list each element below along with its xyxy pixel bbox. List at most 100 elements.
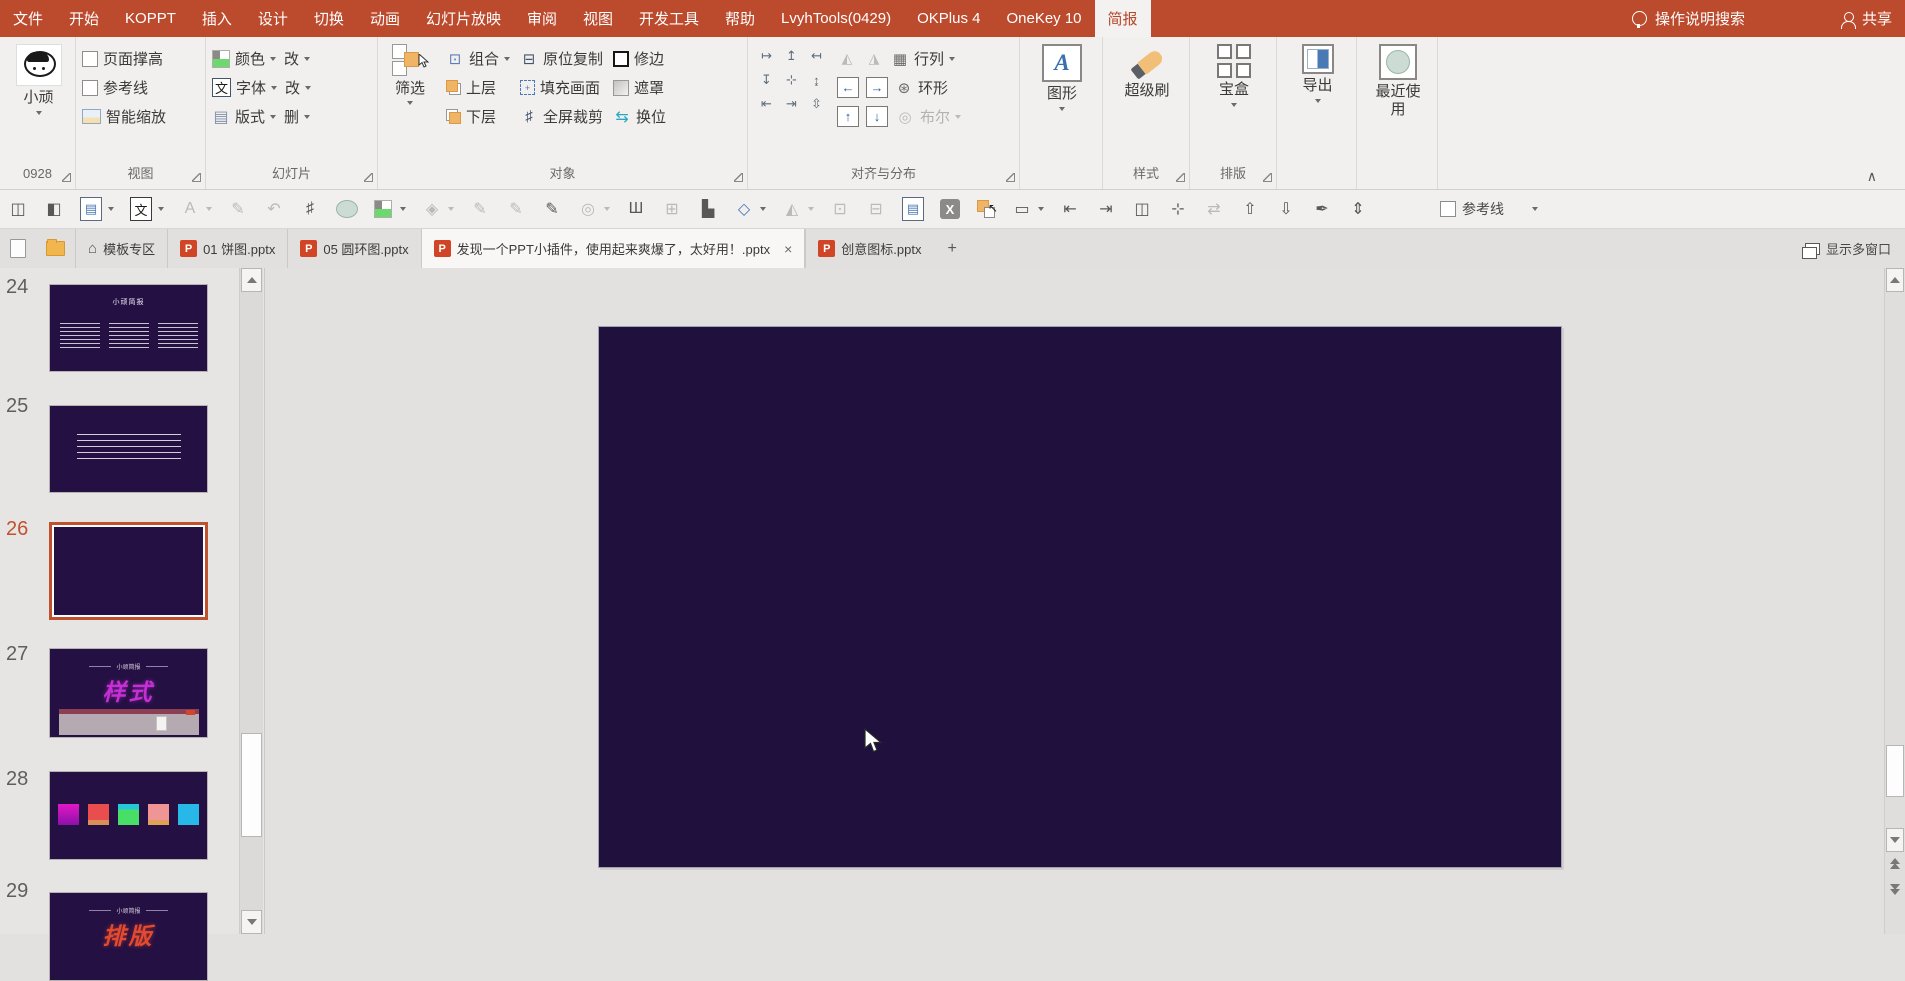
smart-zoom-button[interactable]: 智能缩放 — [82, 102, 166, 131]
guides-toggle[interactable]: 参考线 — [1440, 199, 1538, 219]
textbox-icon[interactable]: ▤ — [902, 197, 924, 221]
shapes-icon[interactable]: ◇ — [734, 198, 754, 220]
share-button[interactable]: 共享 — [1828, 8, 1905, 29]
swap-position-button[interactable]: ⇆ 换位 — [613, 102, 666, 131]
tab-plugin-active[interactable]: P 发现一个PPT小插件，使用起来爽爆了，太好用！.pptx × — [420, 229, 806, 268]
new-file-button[interactable] — [0, 229, 36, 268]
frame-icon[interactable]: ▭ — [1012, 198, 1032, 220]
align-bottom-icon[interactable]: ↧ — [761, 72, 772, 88]
slide-color-button[interactable]: 颜色 — [212, 44, 277, 73]
next-slide-button[interactable] — [1885, 884, 1905, 895]
color-change-button[interactable]: 改 — [284, 44, 311, 73]
scrollbar-thumb[interactable] — [1886, 745, 1904, 797]
dialog-launcher-icon[interactable] — [1006, 173, 1015, 182]
menu-item-review[interactable]: 审阅 — [514, 0, 570, 37]
scroll-down-button[interactable] — [1886, 828, 1904, 852]
fill-canvas-button[interactable]: + 填充画面 — [520, 73, 603, 102]
theme-color-icon[interactable] — [374, 200, 392, 218]
font-change-button[interactable]: 改 — [285, 73, 312, 102]
show-multi-window-button[interactable]: 显示多窗口 — [1801, 229, 1905, 268]
text-style-icon[interactable]: ▤ — [80, 197, 102, 221]
slide-thumbnail-24[interactable]: 小顽简报 — [49, 284, 208, 372]
nudge-down-button[interactable]: ↓ — [866, 106, 888, 127]
menu-item-view[interactable]: 视图 — [570, 0, 626, 37]
tab-donut-chart[interactable]: P 05 圆环图.pptx — [287, 229, 420, 268]
align-center-icon[interactable]: ⊹ — [786, 72, 797, 88]
font-box-icon[interactable]: 文 — [130, 197, 152, 221]
mask-button[interactable]: 遮罩 — [613, 73, 666, 102]
menu-item-animations[interactable]: 动画 — [357, 0, 413, 37]
rows-cols-button[interactable]: ▦ 行列 — [891, 44, 956, 73]
select-objects-icon[interactable]: ↖ — [976, 199, 998, 219]
open-folder-button[interactable] — [36, 229, 75, 268]
crop-icon[interactable]: ♯ — [300, 198, 320, 220]
menu-item-lvyhtools[interactable]: LvyhTools(0429) — [768, 0, 904, 37]
vertical-scrollbar[interactable] — [1884, 268, 1905, 934]
nudge-right-button[interactable]: → — [866, 77, 888, 98]
push-left-icon[interactable]: ⇤ — [1060, 198, 1080, 220]
chart-icon[interactable]: ▙ — [698, 198, 718, 220]
scroll-up-button[interactable] — [1886, 268, 1904, 292]
filter-button[interactable]: 筛选 — [384, 44, 436, 164]
slide-layout-button[interactable]: ▤ 版式 — [212, 102, 277, 131]
close-tab-icon[interactable]: × — [784, 241, 792, 257]
group-button[interactable]: ⊡ 组合 — [446, 44, 511, 73]
tab-pie-chart[interactable]: P 01 饼图.pptx — [167, 229, 287, 268]
trim-edge-button[interactable]: 修边 — [613, 44, 666, 73]
menu-item-koppt[interactable]: KOPPT — [112, 0, 189, 37]
menu-item-help[interactable]: 帮助 — [712, 0, 768, 37]
menu-item-devtools[interactable]: 开发工具 — [626, 0, 712, 37]
slide-delete-button[interactable]: 删 — [284, 102, 311, 131]
dialog-launcher-icon[interactable] — [192, 173, 201, 182]
menu-item-file[interactable]: 文件 — [0, 0, 56, 37]
slide-font-button[interactable]: 文 字体 — [212, 73, 278, 102]
slide-thumbnail-27[interactable]: 小顽简报 样式 — [49, 648, 208, 738]
panel-scrollbar[interactable] — [239, 268, 263, 934]
nudge-up-button[interactable]: ↑ — [837, 106, 859, 127]
align-top-icon[interactable]: ⇧ — [1240, 198, 1260, 220]
menu-item-design[interactable]: 设计 — [245, 0, 301, 37]
slide-thumbnail-29[interactable]: 小顽简报 排版 — [49, 892, 208, 981]
format-brush-icon[interactable]: ✒ — [1312, 198, 1332, 220]
ring-layout-button[interactable]: ⊛ 环形 — [895, 73, 948, 102]
tell-me-search[interactable]: 操作说明搜索 — [1619, 8, 1758, 29]
previous-slide-button[interactable] — [1885, 858, 1905, 869]
eyedropper-active-icon[interactable]: ✎ — [542, 198, 562, 220]
menu-item-insert[interactable]: 插入 — [189, 0, 245, 37]
distribute-objects-icon[interactable]: ◧ — [44, 198, 64, 220]
dialog-launcher-icon[interactable] — [364, 173, 373, 182]
fullscreen-crop-button[interactable]: ♯ 全屏裁剪 — [520, 102, 603, 131]
dialog-launcher-icon[interactable] — [734, 173, 743, 182]
align-middle-icon[interactable]: ↨ — [813, 73, 820, 88]
new-tab-button[interactable]: + — [933, 229, 970, 268]
menu-item-onekey[interactable]: OneKey 10 — [993, 0, 1094, 37]
dialog-launcher-icon[interactable] — [62, 173, 71, 182]
align-top-icon[interactable]: ↥ — [786, 48, 797, 64]
push-right-icon[interactable]: ⇥ — [1096, 198, 1116, 220]
align-objects-icon[interactable]: ◫ — [8, 198, 28, 220]
tab-creative-icons[interactable]: P 创意图标.pptx — [805, 229, 933, 268]
send-backward-button[interactable]: 下层 — [446, 102, 510, 131]
bring-forward-button[interactable]: 上层 — [446, 73, 510, 102]
align-right-icon[interactable]: ↤ — [811, 48, 822, 64]
copy-in-place-button[interactable]: ⊟ 原位复制 — [520, 44, 603, 73]
distribute-h-icon[interactable]: ◫ — [1132, 198, 1152, 220]
menu-item-home[interactable]: 开始 — [56, 0, 112, 37]
nudge-left-button[interactable]: ← — [837, 77, 859, 98]
tab-template-zone[interactable]: ⌂ 模板专区 — [75, 229, 167, 268]
collapse-ribbon-button[interactable]: ∧ — [1867, 168, 1877, 185]
resize-height-icon[interactable]: ⇕ — [1348, 198, 1368, 220]
shape-button[interactable]: A 图形 — [1036, 44, 1088, 164]
menu-item-jianbao-active[interactable]: 简报 — [1094, 0, 1151, 37]
panel-scrollbar-thumb[interactable] — [241, 733, 262, 837]
align-center-icon[interactable]: ⊹ — [1168, 198, 1188, 220]
panel-scroll-down-button[interactable] — [241, 910, 262, 934]
treasure-box-button[interactable]: 宝盒 — [1211, 44, 1257, 164]
super-brush-button[interactable]: 超级刷 — [1118, 44, 1175, 164]
distribute-right-icon[interactable]: ⇥ — [786, 96, 797, 112]
recently-used-button[interactable]: 最近使用 — [1363, 44, 1433, 164]
align-bottom-icon[interactable]: ⇩ — [1276, 198, 1296, 220]
align-left-icon[interactable]: ↦ — [761, 48, 772, 64]
distribute-left-icon[interactable]: ⇤ — [761, 96, 772, 112]
slide-thumbnail-25[interactable] — [49, 405, 208, 493]
